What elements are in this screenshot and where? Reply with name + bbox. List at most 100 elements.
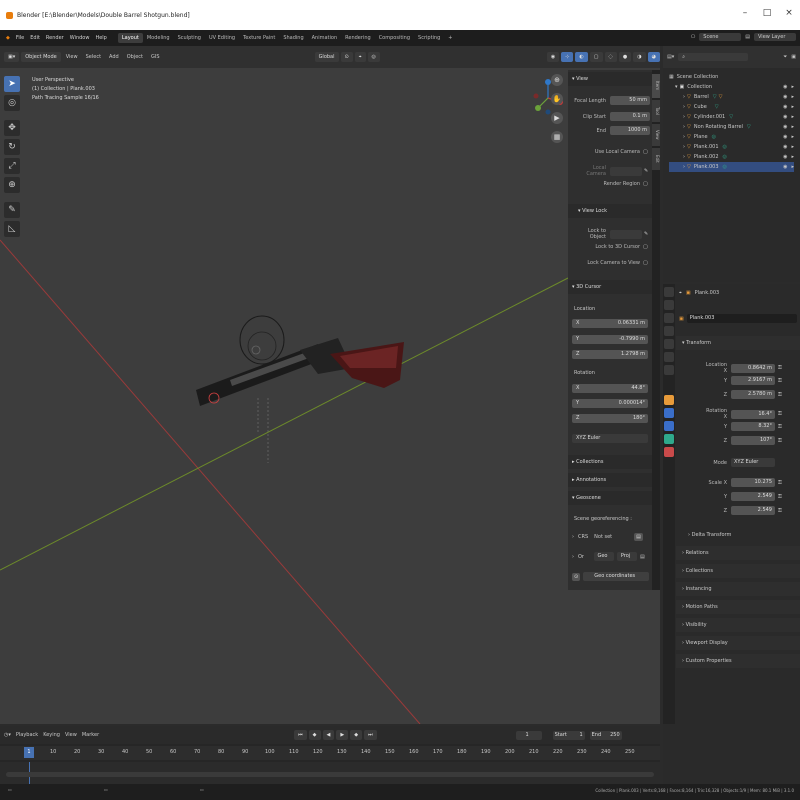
list-item[interactable]: › ▽ Cylinder.001 ▽ ◉ ▸ xyxy=(669,112,794,122)
lock-to-cursor-checkbox[interactable]: ▢ xyxy=(643,244,648,250)
timeline-editor-icon[interactable]: ◷▾ xyxy=(4,732,11,738)
clip-start-field[interactable]: 0.1 m xyxy=(610,112,650,121)
tab-layout[interactable]: Layout xyxy=(117,33,143,43)
viewport-menu-view[interactable]: View xyxy=(63,54,81,60)
maximize-icon[interactable]: □ xyxy=(756,8,778,18)
camera-icon[interactable]: ▸ xyxy=(791,94,794,100)
tool-tab-icon[interactable] xyxy=(664,287,674,297)
eye-icon[interactable]: ◉ xyxy=(783,124,787,130)
location-z-field[interactable]: 2.5780 m xyxy=(731,390,775,399)
outliner-editor-icon[interactable]: ▤▾ xyxy=(667,54,674,60)
physics-tab-icon[interactable] xyxy=(664,434,674,444)
transform-tool-icon[interactable]: ⊕ xyxy=(4,177,20,193)
crs-settings-button[interactable]: ▤ xyxy=(634,533,643,541)
shading-material-icon[interactable]: ◑ xyxy=(633,52,646,62)
select-tool-icon[interactable]: ➤ xyxy=(4,76,20,92)
proportional-edit-icon[interactable]: ◎ xyxy=(367,52,380,62)
list-item[interactable]: ▾ ▣ Collection ◉ ▸ xyxy=(669,82,794,92)
cursor-tool-icon[interactable]: ◎ xyxy=(4,95,20,111)
visibility-section-header[interactable]: › Visibility xyxy=(676,618,800,632)
focal-length-field[interactable]: 50 mm xyxy=(610,96,650,105)
eyedropper-icon-2[interactable]: ✎ xyxy=(644,231,648,237)
shading-rendered-icon[interactable]: ◕ xyxy=(647,52,660,62)
mode-selector[interactable]: Object Mode xyxy=(21,52,61,62)
output-tab-icon[interactable] xyxy=(664,313,674,323)
eyedropper-icon[interactable]: ✎ xyxy=(644,168,648,174)
lock-icon[interactable]: ⚿ xyxy=(778,378,782,384)
measure-tool-icon[interactable]: ◺ xyxy=(4,221,20,237)
menu-edit[interactable]: Edit xyxy=(27,35,43,41)
play-reverse-icon[interactable]: ◀ xyxy=(322,730,335,740)
motion-paths-section-header[interactable]: › Motion Paths xyxy=(676,600,800,614)
transform-section-header[interactable]: ▾ Transform xyxy=(676,336,800,350)
menu-render[interactable]: Render xyxy=(43,35,67,41)
eye-icon[interactable]: ◉ xyxy=(783,154,787,160)
tab-compositing[interactable]: Compositing xyxy=(375,33,414,43)
tab-animation[interactable]: Animation xyxy=(308,33,342,43)
lock-icon[interactable]: ⚿ xyxy=(778,424,782,430)
sidebar-tab-edit[interactable]: Edit xyxy=(652,148,660,170)
gizmo-icon[interactable]: ⊹ xyxy=(561,52,574,62)
play-icon[interactable]: ▶ xyxy=(336,730,349,740)
tab-uv-editing[interactable]: UV Editing xyxy=(205,33,239,43)
xray-icon[interactable]: ▢ xyxy=(589,52,603,62)
origin-geo-button[interactable]: Geo xyxy=(594,552,614,561)
instancing-section-header[interactable]: › Instancing xyxy=(676,582,800,596)
clip-end-field[interactable]: 1000 m xyxy=(610,126,650,135)
eye-icon[interactable]: ◉ xyxy=(783,164,787,170)
use-local-camera-checkbox[interactable]: ▢ xyxy=(643,149,648,155)
custom-properties-section-header[interactable]: › Custom Properties xyxy=(676,654,800,668)
camera-icon[interactable]: ▸ xyxy=(791,84,794,90)
playhead[interactable]: 1 xyxy=(24,747,34,758)
blender-menu-icon[interactable]: ◆ xyxy=(3,35,13,41)
location-y-field[interactable]: 2.9167 m xyxy=(731,376,775,385)
rotation-y-field[interactable]: 8.32° xyxy=(731,422,775,431)
relations-section-header[interactable]: › Relations xyxy=(676,546,800,560)
cursor-rot-y-field[interactable]: 0.000014° xyxy=(619,399,645,408)
cursor-rot-z-field[interactable]: 180° xyxy=(633,414,645,423)
cursor-loc-y-field[interactable]: -0.7990 m xyxy=(619,335,645,344)
close-icon[interactable]: × xyxy=(778,8,800,18)
object-name-field[interactable]: Plank.003 xyxy=(686,314,797,323)
list-item[interactable]: › ▽ Non Rotating Barrel ▽ ◉ ▸ xyxy=(669,122,794,132)
viewport-menu-object[interactable]: Object xyxy=(124,54,146,60)
scale-tool-icon[interactable]: ⤢ xyxy=(4,158,20,174)
menu-window[interactable]: Window xyxy=(67,35,93,41)
eye-icon[interactable]: ◉ xyxy=(783,134,787,140)
shading-solid-icon[interactable]: ● xyxy=(618,52,632,62)
render-tab-icon[interactable] xyxy=(664,300,674,310)
cursor-loc-z-field[interactable]: 1.2798 m xyxy=(621,350,645,359)
sidebar-tab-view[interactable]: View xyxy=(652,124,660,146)
lock-icon[interactable]: ⚿ xyxy=(778,365,782,371)
origin-proj-button[interactable]: Proj xyxy=(617,552,637,561)
camera-view-icon[interactable]: ▶ xyxy=(551,112,563,124)
timeline-menu-playback[interactable]: Playback xyxy=(16,732,38,738)
view-section-header[interactable]: ▾ View xyxy=(568,72,652,86)
cursor-rotation-mode-selector[interactable]: XYZ Euler xyxy=(572,434,648,443)
tab-scripting[interactable]: Scripting xyxy=(414,33,444,43)
particles-tab-icon[interactable] xyxy=(664,421,674,431)
scale-x-field[interactable]: 10.275 xyxy=(731,478,775,487)
tab-sculpting[interactable]: Sculpting xyxy=(174,33,205,43)
menu-file[interactable]: File xyxy=(13,35,27,41)
viewport-display-section-header[interactable]: › Viewport Display xyxy=(676,636,800,650)
lock-icon[interactable]: ⚿ xyxy=(778,411,782,417)
pivot-icon[interactable]: ⊙ xyxy=(340,52,353,62)
tab-rendering[interactable]: Rendering xyxy=(341,33,375,43)
view-layer-selector[interactable]: View Layer xyxy=(754,33,796,41)
overlay-icon[interactable]: ◐ xyxy=(575,52,588,62)
collections-props-header[interactable]: › Collections xyxy=(676,564,800,578)
object-tab-icon[interactable] xyxy=(664,395,674,405)
frame-ruler[interactable]: 1 10 20 30 40 50 60 70 80 90 100 110 120… xyxy=(0,746,660,760)
camera-icon[interactable]: ▸ xyxy=(791,154,794,160)
lock-icon[interactable]: ⚿ xyxy=(778,494,782,500)
timeline-menu-keying[interactable]: Keying xyxy=(43,732,60,738)
jump-end-icon[interactable]: ⏭ xyxy=(364,730,377,740)
geoscene-section-header[interactable]: ▾ Geoscene xyxy=(568,491,652,505)
end-frame-field[interactable]: 250 xyxy=(610,731,620,740)
next-keyframe-icon[interactable]: ◆ xyxy=(350,730,363,740)
tab-shading[interactable]: Shading xyxy=(279,33,307,43)
scale-y-field[interactable]: 2.549 xyxy=(731,492,775,501)
geo-coordinates-button[interactable]: Geo coordinates xyxy=(583,572,650,581)
3d-cursor-section-header[interactable]: ▾ 3D Cursor xyxy=(568,280,652,294)
